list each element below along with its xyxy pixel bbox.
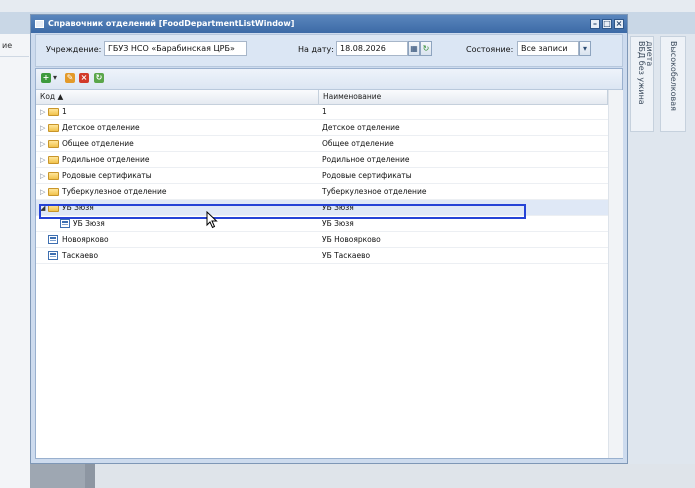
column-code[interactable]: Код ▲ [36,90,319,104]
content-panel: + ▾ ✎ × ↻ Код ▲ Наименование ▷ 1 1 ▷ Дет… [35,68,623,459]
table-row[interactable]: ▷ Родовые сертификаты Родовые сертификат… [36,168,608,184]
date-field[interactable]: 18.08.2026 [336,41,408,56]
folder-icon [48,172,59,180]
folder-icon [48,108,59,116]
row-code: Родовые сертификаты [62,171,152,180]
row-name: Детское отделение [322,123,400,132]
expand-icon[interactable]: ▷ [40,124,46,132]
right-tab-high-protein[interactable]: Высокобелковая диета [645,36,686,132]
window-icon [35,20,44,28]
grid-scrollbar[interactable] [608,90,623,458]
table-row[interactable]: ▷ Общее отделение Общее отделение [36,136,608,152]
background-left-panel [0,34,31,488]
close-icon[interactable]: × [614,19,624,29]
department-icon [48,235,58,244]
department-list-window: Справочник отделений [FoodDepartmentList… [30,14,628,464]
refresh-date-icon[interactable]: ↻ [420,41,432,56]
date-label: На дату: [298,45,334,54]
filter-bar: Учреждение: ГБУЗ НСО «Барабинская ЦРБ» Н… [35,34,623,67]
expand-icon[interactable]: ▷ [40,140,46,148]
expand-icon[interactable]: ▷ [40,172,46,180]
folder-icon [48,156,59,164]
grid-header: Код ▲ Наименование [36,90,608,105]
table-row[interactable]: ▷ Детское отделение Детское отделение [36,120,608,136]
table-row[interactable]: ▷ Туберкулезное отделение Туберкулезное … [36,184,608,200]
table-row[interactable]: ▷ 1 1 [36,104,608,120]
window-title: Справочник отделений [FoodDepartmentList… [48,19,295,28]
sort-asc-icon: ▲ [57,92,64,101]
background-gray-block [30,464,90,488]
state-label: Состояние: [466,45,514,54]
row-name: Общее отделение [322,139,394,148]
row-code: Родильное отделение [62,155,150,164]
column-code-label: Код [40,92,56,101]
row-name: 1 [322,107,327,116]
folder-icon [48,140,59,148]
row-code: Общее отделение [62,139,134,148]
mouse-cursor-icon [206,211,218,229]
table-row[interactable]: Таскаево УБ Таскаево [36,248,608,264]
row-code: Новоярково [62,235,109,244]
chevron-down-icon[interactable]: ▾ [579,41,591,56]
row-name: Родовые сертификаты [322,171,412,180]
minimize-icon[interactable]: – [590,19,600,29]
expand-icon[interactable]: ▷ [40,108,46,116]
row-name: УБ Таскаево [322,251,371,260]
institution-label: Учреждение: [46,45,102,54]
table-row[interactable]: Новоярково УБ Новоярково [36,232,608,248]
add-dropdown-icon[interactable]: ▾ [52,73,58,83]
row-code: Таскаево [62,251,99,260]
edit-icon[interactable]: ✎ [65,73,75,83]
department-icon [48,251,58,260]
state-select[interactable]: Все записи [517,41,579,56]
expand-icon[interactable]: ▷ [40,156,46,164]
refresh-icon[interactable]: ↻ [94,73,104,83]
table-row[interactable]: ▷ Родильное отделение Родильное отделени… [36,152,608,168]
department-icon [60,219,70,228]
window-titlebar[interactable]: Справочник отделений [FoodDepartmentList… [31,15,627,33]
folder-icon [48,188,59,196]
maximize-icon[interactable]: □ [602,19,612,29]
row-name: УБ Новоярково [322,235,381,244]
selection-highlight-box [39,204,526,219]
row-name: Туберкулезное отделение [322,187,427,196]
grid-toolbar: + ▾ ✎ × ↻ [36,69,622,90]
institution-field[interactable]: ГБУЗ НСО «Барабинская ЦРБ» [104,41,247,56]
row-code: Детское отделение [62,123,140,132]
calendar-icon[interactable]: ▦ [408,41,420,56]
row-name: Родильное отделение [322,155,410,164]
row-code: 1 [62,107,67,116]
column-name[interactable]: Наименование [319,90,608,104]
add-icon[interactable]: + [41,73,51,83]
row-code: Туберкулезное отделение [62,187,167,196]
background-left-tab[interactable]: ие [0,36,29,57]
department-grid: Код ▲ Наименование ▷ 1 1 ▷ Детское отдел… [36,90,623,458]
expand-icon[interactable]: ▷ [40,188,46,196]
delete-icon[interactable]: × [79,73,89,83]
background-bottom [95,464,695,488]
folder-icon [48,124,59,132]
